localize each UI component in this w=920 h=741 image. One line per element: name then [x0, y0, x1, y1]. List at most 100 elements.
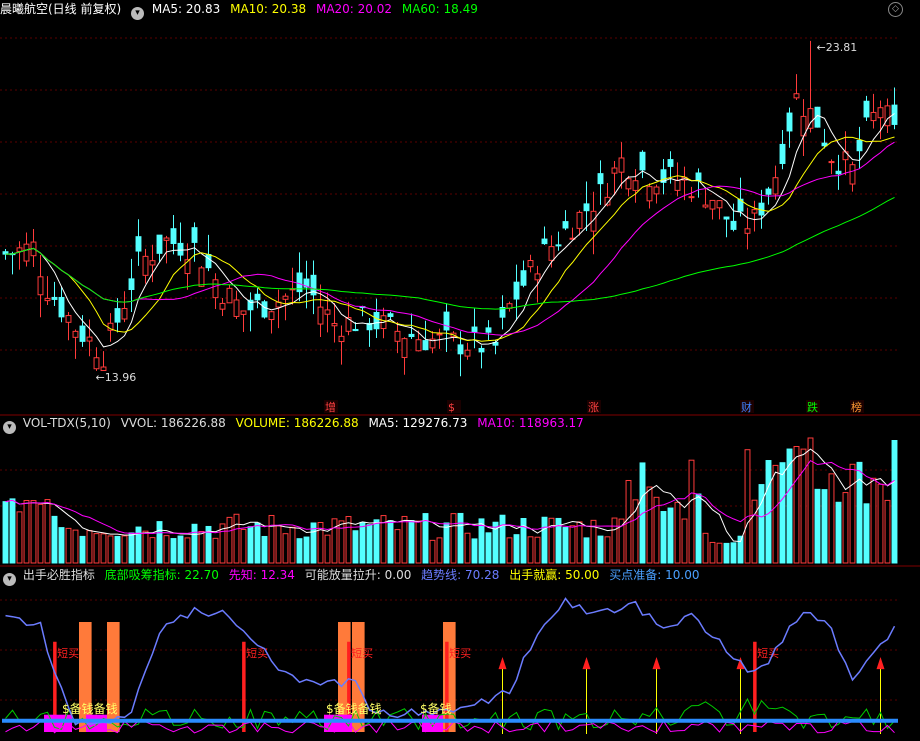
candle-body — [730, 220, 737, 230]
panel-dropdown-icon[interactable]: ▾ — [3, 421, 16, 434]
volume-bar — [429, 539, 436, 564]
candle-body — [163, 237, 170, 241]
volume-bar — [534, 536, 541, 564]
candle-body — [597, 173, 604, 185]
volume-bar — [828, 473, 835, 564]
vol-title[interactable]: VOL-TDX(5,10) — [23, 416, 111, 430]
candle-body — [828, 161, 835, 164]
volume-bar — [324, 534, 331, 564]
dropdown-icon[interactable]: ▾ — [131, 7, 145, 20]
candle-body — [527, 260, 534, 268]
volume-bar — [681, 518, 688, 564]
volume-bar — [779, 462, 786, 564]
candle-body — [793, 93, 800, 99]
ind-label-5: 买点准备: 10.00 — [609, 568, 700, 582]
volume-bar — [240, 528, 247, 564]
candle-body — [135, 236, 142, 252]
candle-body — [261, 301, 268, 318]
candle-body — [653, 186, 660, 195]
volume-bar — [856, 461, 863, 564]
settings-icon[interactable]: ◇ — [888, 2, 903, 17]
candle-body — [226, 287, 233, 304]
volume-bar — [464, 532, 471, 564]
volume-bar — [296, 538, 303, 564]
volume-bar — [156, 521, 163, 564]
candle-body — [821, 142, 828, 147]
short-buy-label: 短买 — [351, 646, 373, 660]
kline-chart[interactable]: ←23.81←13.96增 $ 涨财跌榜短买 短买 短买 短买 短买$备钱备钱 $备钱备钱 $备… — [0, 0, 920, 741]
stock-title[interactable]: 晨曦航空(日线 前复权) — [0, 2, 121, 16]
indicator-panel-header: ▾ 出手必胜指标 底部吸筹指标: 22.70 先知: 12.34 可能放量拉升:… — [0, 566, 705, 586]
candle-body — [667, 159, 674, 167]
volume-bar — [65, 527, 72, 564]
volume-bar — [226, 516, 233, 564]
indicator-title[interactable]: 出手必胜指标 — [23, 568, 95, 582]
candle-body — [317, 306, 324, 325]
volume-bar — [877, 483, 884, 564]
candle-body — [149, 260, 156, 266]
volume-bar — [254, 522, 261, 564]
candle-body — [786, 112, 793, 132]
volume-bar — [541, 516, 548, 564]
volume-bar — [86, 530, 93, 564]
candle-body — [674, 179, 681, 191]
volume-label: VOLUME: 186226.88 — [235, 416, 359, 430]
money-label-3: $备钱 — [420, 701, 452, 716]
volume-bar — [835, 501, 842, 564]
short-buy-label: 短买 — [449, 646, 471, 660]
volume-bar — [114, 535, 121, 564]
candle-body — [170, 228, 177, 245]
candle-body — [198, 267, 205, 287]
buy-arrow-head — [652, 656, 661, 670]
volume-bar — [100, 533, 107, 564]
candle-body — [625, 178, 632, 190]
ma20-label: MA20: 20.02 — [315, 2, 393, 16]
candle-body — [485, 327, 492, 333]
candle-body — [401, 338, 408, 358]
vol-ma5-label: MA5: 129276.73 — [368, 416, 468, 430]
volume-bar — [436, 537, 443, 564]
signal-bar-red — [445, 641, 449, 732]
candle-body — [205, 253, 212, 269]
candle-body — [177, 242, 184, 256]
volume-bar — [646, 486, 653, 564]
vol-ma10-label: MA10: 118963.17 — [477, 416, 584, 430]
candle-body — [86, 336, 93, 342]
candle-body — [765, 188, 772, 195]
candle-body — [856, 139, 863, 152]
volume-bar — [408, 520, 415, 564]
volume-bar — [807, 437, 814, 564]
candle-body — [37, 276, 44, 296]
accumulation-block — [324, 714, 352, 732]
candle-body — [632, 180, 639, 191]
volume-bar — [401, 515, 408, 564]
volume-bar — [44, 499, 51, 564]
candle-body — [583, 203, 590, 212]
ind-label-3: 趋势线: 70.28 — [421, 568, 500, 582]
volume-bar — [149, 537, 156, 564]
volume-bar — [72, 529, 79, 564]
volume-bar — [772, 464, 779, 564]
volume-bar — [387, 520, 394, 564]
buy-arrow-head — [736, 656, 745, 670]
short-buy-label: 短买 — [57, 646, 79, 660]
candle-body — [233, 299, 240, 317]
candle-body — [142, 255, 149, 276]
volume-bar — [800, 448, 807, 564]
candle-body — [240, 310, 247, 315]
signal-bar-red — [753, 641, 757, 732]
volume-bar — [870, 477, 877, 564]
candle-body — [72, 330, 79, 338]
volume-bar — [793, 445, 800, 564]
volume-bar — [415, 520, 422, 564]
volume-bar — [30, 500, 37, 564]
candle-body — [338, 335, 345, 343]
ma10-label: MA10: 20.38 — [230, 2, 307, 16]
candle-body — [121, 308, 128, 320]
indicator-dropdown-icon[interactable]: ▾ — [3, 573, 16, 586]
candle-body — [513, 281, 520, 300]
volume-bar — [842, 492, 849, 564]
candle-body — [702, 204, 709, 208]
volume-bar — [233, 513, 240, 564]
high-price-label: ←23.81 — [817, 41, 858, 54]
